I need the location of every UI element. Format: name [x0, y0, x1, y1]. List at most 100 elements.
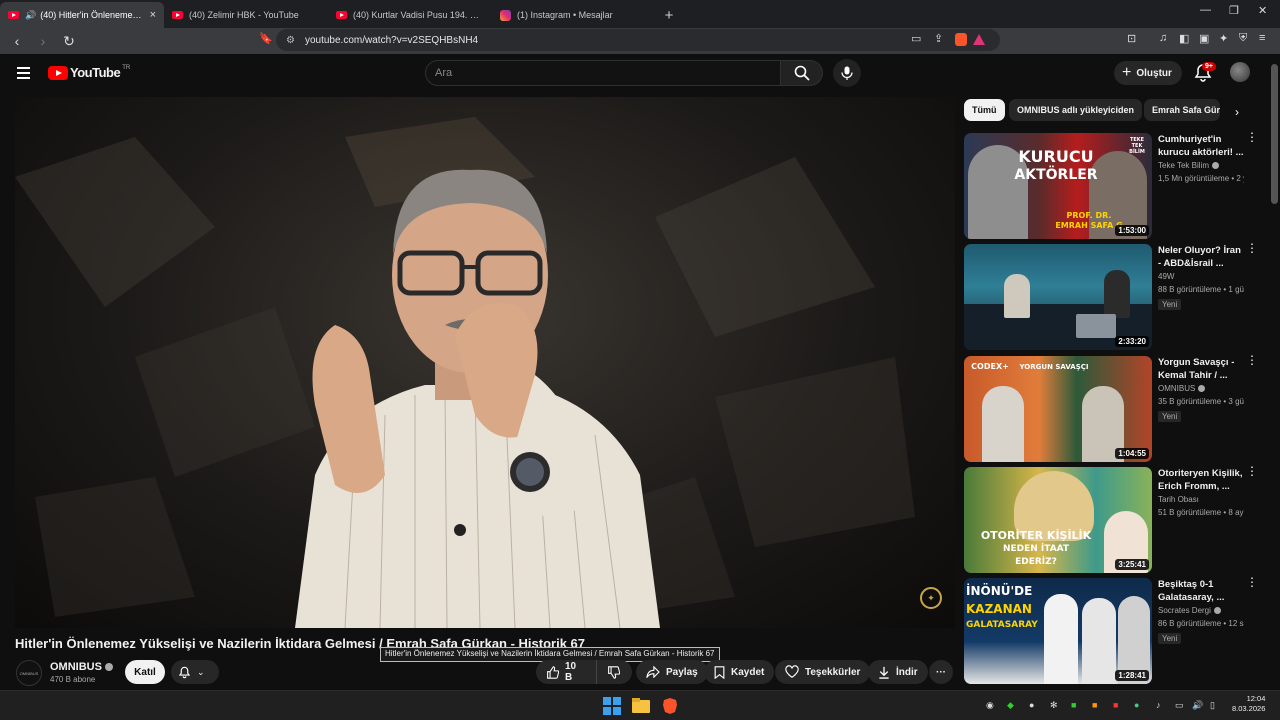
reload-icon[interactable]: ↻	[58, 30, 80, 52]
recommendation-title[interactable]: Otoriteryen Kişilik, Erich Fromm, ...	[1158, 467, 1244, 493]
media-icon[interactable]: ♫	[1159, 32, 1167, 44]
brave-shield-icon[interactable]	[955, 32, 967, 46]
user-avatar[interactable]	[1230, 62, 1250, 82]
recommendation-title[interactable]: Neler Oluyor? İran - ABD&İsrail ...	[1158, 244, 1244, 270]
thanks-button[interactable]: Teşekkürler	[775, 660, 871, 684]
download-label: İndir	[896, 666, 918, 678]
search-button[interactable]	[781, 60, 823, 86]
recommendation-title[interactable]: Yorgun Savaşçı - Kemal Tahir / ...	[1158, 356, 1244, 382]
network-icon[interactable]: ▭	[1175, 700, 1184, 711]
more-vertical-icon[interactable]: ⋮	[1246, 131, 1258, 143]
system-clock[interactable]: 12:04 8.03.2026	[1232, 694, 1265, 714]
browser-tab-3[interactable]: (40) Kurtlar Vadisi Pusu 194. Bölüm -	[328, 2, 492, 28]
thumbnail-text: KURUCU	[1018, 147, 1094, 166]
tray-app-icon[interactable]: ■	[1092, 700, 1097, 710]
recommendation-channel[interactable]: Tarih Obası	[1158, 495, 1199, 504]
bookmark-icon[interactable]: 🔖	[259, 32, 273, 45]
more-vertical-icon[interactable]: ⋮	[1246, 465, 1258, 477]
site-settings-icon[interactable]: ⚙	[286, 35, 295, 46]
browser-tab-2[interactable]: (40) Zelimir HBK - YouTube	[164, 2, 328, 28]
recommendation-channel-name: Tarih Obası	[1158, 495, 1199, 504]
chip-all[interactable]: Tümü	[964, 99, 1005, 121]
browser-tab-4[interactable]: (1) Instagram • Mesajlar	[492, 2, 656, 28]
more-vertical-icon[interactable]: ⋮	[1246, 576, 1258, 588]
windows-taskbar: ◉ ◆ ● ✻ ■ ■ ■ ● ♪ ▭ 🔊 ▯ 12:04 8.03.2026	[0, 690, 1280, 720]
download-button[interactable]: İndir	[868, 660, 928, 684]
youtube-header: YouTube TR Ara + Oluştur 9+	[0, 54, 1280, 94]
tray-app-icon[interactable]: ■	[1113, 700, 1118, 710]
chip-emrah-safa-gurkan[interactable]: Emrah Safa Gürkan	[1144, 99, 1220, 121]
cast-icon[interactable]: ▭	[911, 32, 921, 45]
video-thumbnail[interactable]: İNÖNÜ'DE KAZANAN GALATASARAY 1:28:41	[964, 578, 1152, 684]
speaker-icon[interactable]: 🔊	[25, 10, 36, 21]
forward-icon[interactable]: ›	[32, 30, 54, 52]
close-window-icon[interactable]: ✕	[1258, 4, 1267, 17]
address-bar[interactable]: ⚙ youtube.com/watch?v=v2SEQHBsNH4	[276, 29, 1000, 51]
channel-avatar[interactable]: OMNIBUS	[16, 660, 42, 686]
browser-tab-1[interactable]: 🔊 (40) Hitler'in Önlenemez Yükse ×	[0, 2, 164, 28]
save-button[interactable]: Kaydet	[704, 660, 775, 684]
recommendation-channel[interactable]: Socrates Dergi	[1158, 606, 1221, 615]
voice-search-button[interactable]	[833, 59, 861, 87]
video-player[interactable]: ✦	[15, 97, 955, 628]
join-button[interactable]: Katıl	[125, 660, 165, 684]
recommendation-channel[interactable]: Teke Tek Bilim	[1158, 161, 1219, 170]
restore-icon[interactable]: ❐	[1229, 4, 1239, 17]
file-explorer-icon[interactable]	[632, 697, 650, 715]
youtube-logo[interactable]: YouTube TR	[48, 65, 130, 80]
thumbnail-text: GALATASARAY	[966, 620, 1038, 630]
microphone-tray-icon[interactable]: ♪	[1156, 700, 1161, 710]
tray-app-icon[interactable]: ◉	[986, 700, 994, 711]
screenshot-icon[interactable]: ⊡	[1127, 32, 1136, 45]
tray-app-icon[interactable]: ◆	[1007, 700, 1014, 711]
sidebar-icon[interactable]: ◧	[1179, 32, 1189, 45]
recommendation-item[interactable]: KURUCU AKTÖRLER PROF. DR. EMRAH SAFA G T…	[964, 131, 1264, 239]
chip-from-uploader[interactable]: OMNIBUS adlı yükleyiciden	[1009, 99, 1143, 121]
channel-watermark-icon[interactable]: ✦	[920, 587, 942, 609]
more-vertical-icon[interactable]: ⋮	[1246, 354, 1258, 366]
recommendation-item[interactable]: CODEX+ YORGUN SAVAŞÇI 1:04:55 Yorgun Sav…	[964, 354, 1264, 462]
like-button[interactable]: 10 B	[536, 660, 596, 684]
video-thumbnail[interactable]: 2:33:20	[964, 244, 1152, 350]
recommendation-item[interactable]: 2:33:20 Neler Oluyor? İran - ABD&İsrail …	[964, 242, 1264, 350]
hamburger-menu-icon[interactable]	[17, 67, 30, 79]
recommendation-item[interactable]: OTORİTER KİŞİLİK NEDEN İTAAT EDERİZ? 3:2…	[964, 465, 1264, 573]
tray-app-icon[interactable]: ■	[1071, 700, 1076, 710]
battery-icon[interactable]: ▯	[1210, 700, 1215, 711]
vpn-icon[interactable]: ⛨	[1239, 32, 1247, 45]
close-tab-icon[interactable]: ×	[146, 9, 156, 21]
search-input[interactable]: Ara	[425, 60, 781, 86]
more-actions-button[interactable]: ···	[929, 660, 953, 684]
recommendation-channel[interactable]: OMNIBUS	[1158, 384, 1206, 393]
video-thumbnail[interactable]: OTORİTER KİŞİLİK NEDEN İTAAT EDERİZ? 3:2…	[964, 467, 1152, 573]
channel-name[interactable]: OMNIBUS	[50, 661, 113, 673]
minimize-icon[interactable]: —	[1200, 4, 1211, 16]
leo-ai-icon[interactable]: ✦	[1219, 32, 1228, 45]
video-thumbnail[interactable]: CODEX+ YORGUN SAVAŞÇI 1:04:55	[964, 356, 1152, 462]
subscription-bell-button[interactable]: ⌄	[171, 660, 219, 684]
dislike-button[interactable]	[596, 660, 632, 684]
recommendation-title[interactable]: Cumhuriyet'in kurucu aktörleri! ...	[1158, 133, 1244, 159]
brave-browser-icon[interactable]	[661, 697, 679, 715]
chevron-right-icon[interactable]: ›	[1228, 103, 1246, 121]
share-button[interactable]: Paylaş	[636, 660, 708, 684]
brave-rewards-icon[interactable]	[973, 33, 985, 45]
menu-icon[interactable]: ≡	[1259, 32, 1265, 44]
brave-shields[interactable]	[955, 31, 999, 47]
share-icon[interactable]: ⇪	[934, 32, 943, 45]
back-icon[interactable]: ‹	[6, 30, 28, 52]
recommendation-title[interactable]: Beşiktaş 0-1 Galatasaray, ...	[1158, 578, 1244, 604]
wallet-icon[interactable]: ▣	[1199, 32, 1209, 45]
recommendation-channel[interactable]: 49W	[1158, 272, 1174, 281]
new-tab-button[interactable]: +	[656, 2, 682, 28]
tray-app-icon[interactable]: ●	[1134, 700, 1139, 710]
volume-icon[interactable]: 🔊	[1192, 700, 1203, 711]
page-scrollbar[interactable]	[1271, 64, 1278, 204]
tray-app-icon[interactable]: ✻	[1050, 700, 1058, 711]
more-vertical-icon[interactable]: ⋮	[1246, 242, 1258, 254]
recommendation-item[interactable]: İNÖNÜ'DE KAZANAN GALATASARAY 1:28:41 Beş…	[964, 576, 1264, 684]
windows-start-icon[interactable]	[603, 697, 621, 715]
create-button[interactable]: + Oluştur	[1114, 61, 1182, 85]
tray-app-icon[interactable]: ●	[1029, 700, 1034, 710]
video-thumbnail[interactable]: KURUCU AKTÖRLER PROF. DR. EMRAH SAFA G T…	[964, 133, 1152, 239]
